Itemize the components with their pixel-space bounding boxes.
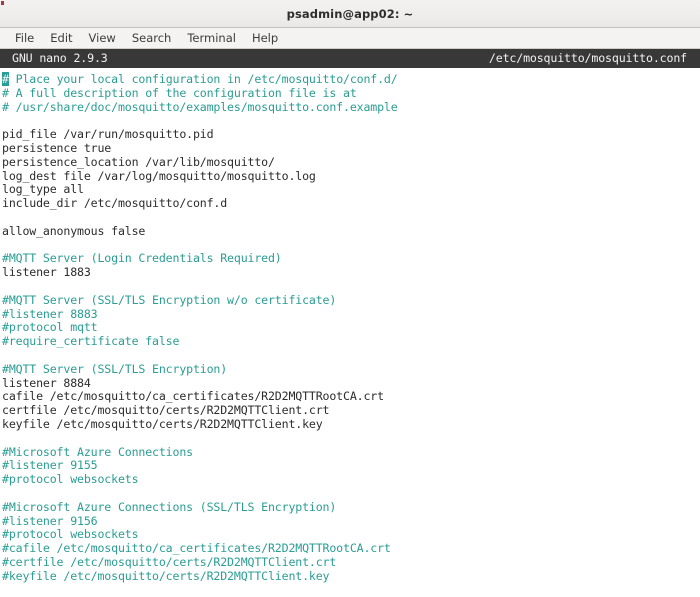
menu-view[interactable]: View [81,30,124,47]
nano-filepath-label: /etc/mosquitto/mosquitto.conf [488,51,687,65]
editor-line-blank [2,114,700,128]
editor-line: cafile /etc/mosquitto/ca_certificates/R2… [2,389,384,404]
editor-line: # /usr/share/doc/mosquitto/examples/mosq… [2,99,398,114]
window-title: psadmin@app02: ~ [286,6,414,21]
editor-line: persistence_location /var/lib/mosquitto/ [2,154,275,169]
editor-line: allow_anonymous false [2,223,146,238]
menu-edit[interactable]: Edit [42,30,80,47]
nano-text-area[interactable]: # Place your local configuration in /etc… [0,68,700,597]
editor-line: #protocol websockets [2,472,139,487]
editor-line: #Microsoft Azure Connections (SSL/TLS En… [2,499,337,514]
terminal-window: psadmin@app02: ~ File Edit View Search Termi… [0,0,700,597]
editor-line-text: Place your local configuration in /etc/m… [8,72,398,86]
editor-line: #protocol websockets [2,527,139,542]
editor-line-blank [2,432,700,446]
editor-line: #certfile /etc/mosquitto/certs/R2D2MQTTC… [2,554,337,569]
editor-line: #listener 9155 [2,458,98,473]
editor-line: persistence true [2,140,112,155]
window-corner-marker [1,1,4,5]
editor-line: include_dir /etc/mosquitto/conf.d [2,196,228,211]
text-cursor: # [2,72,9,86]
editor-line: pid_file /var/run/mosquitto.pid [2,127,214,142]
editor-line: certfile /etc/mosquitto/certs/R2D2MQTTCl… [2,403,330,418]
nano-status-bar: GNU nano 2.9.3 /etc/mosquitto/mosquitto.… [0,49,700,68]
editor-line: #require_certificate false [2,334,180,349]
editor-line-blank [2,211,700,225]
editor-line-blank [2,280,700,294]
editor-line: #keyfile /etc/mosquitto/certs/R2D2MQTTCl… [2,568,330,583]
editor-line-blank [2,349,700,363]
terminal-content[interactable]: GNU nano 2.9.3 /etc/mosquitto/mosquitto.… [0,49,700,597]
editor-line: #cafile /etc/mosquitto/ca_certificates/R… [2,541,391,556]
editor-line: listener 1883 [2,265,91,280]
editor-line: #protocol mqtt [2,320,98,335]
window-titlebar: psadmin@app02: ~ [0,0,700,28]
editor-line: #MQTT Server (SSL/TLS Encryption w/o cer… [2,292,337,307]
editor-line: # A full description of the configuratio… [2,85,357,100]
editor-line: #listener 9156 [2,513,98,528]
editor-line: listener 8884 [2,375,91,390]
menu-help[interactable]: Help [244,30,286,47]
editor-line: #Microsoft Azure Connections [2,444,193,459]
editor-line: #MQTT Server (Login Credentials Required… [2,251,282,266]
menu-search[interactable]: Search [124,30,180,47]
editor-line-blank [2,239,700,253]
editor-line: log_dest file /var/log/mosquitto/mosquit… [2,168,316,183]
editor-line: #listener 8883 [2,306,98,321]
editor-line: #MQTT Server (SSL/TLS Encryption) [2,361,228,376]
menu-bar: File Edit View Search Terminal Help [0,28,700,49]
editor-line: keyfile /etc/mosquitto/certs/R2D2MQTTCli… [2,416,323,431]
editor-line: log_type all [2,182,84,197]
nano-version-label: GNU nano 2.9.3 [12,51,108,65]
menu-file[interactable]: File [7,30,42,47]
editor-line: # Place your local configuration in /etc… [2,72,700,87]
menu-terminal[interactable]: Terminal [179,30,244,47]
editor-line-blank [2,487,700,501]
